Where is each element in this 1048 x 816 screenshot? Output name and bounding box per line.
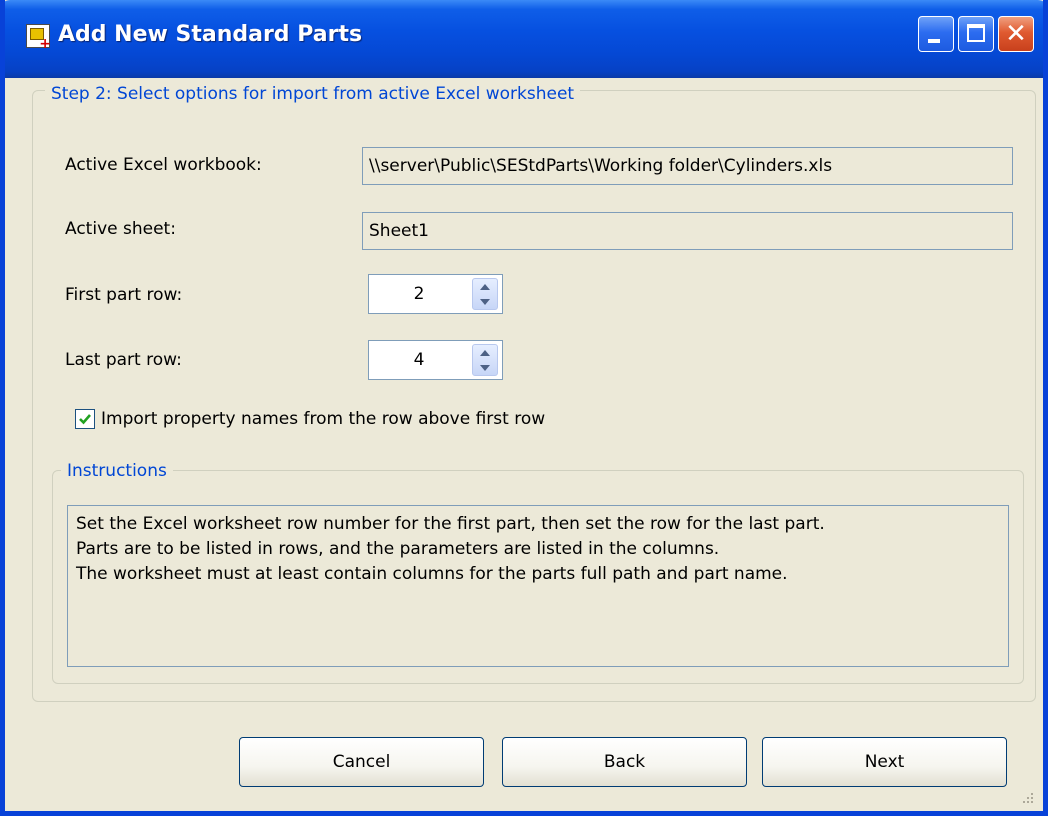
checkmark-icon <box>79 414 91 425</box>
title-bar[interactable]: + Add New Standard Parts ✕ <box>5 0 1043 78</box>
last-row-stepper[interactable]: 4 <box>368 340 503 380</box>
first-row-label: First part row: <box>65 285 183 305</box>
spin-up-icon[interactable] <box>473 345 497 360</box>
sheet-field[interactable]: Sheet1 <box>362 212 1013 250</box>
workbook-label: Active Excel workbook: <box>65 155 262 175</box>
workbook-field[interactable]: \\server\Public\SEStdParts\Working folde… <box>362 147 1013 185</box>
last-row-label: Last part row: <box>65 350 182 370</box>
instruction-line: The worksheet must at least contain colu… <box>76 564 788 584</box>
step-group-legend: Step 2: Select options for import from a… <box>45 84 581 104</box>
app-icon: + <box>26 24 51 51</box>
back-button[interactable]: Back <box>502 737 747 787</box>
spin-down-icon[interactable] <box>473 360 497 375</box>
dialog-window: + Add New Standard Parts ✕ Step 2: Selec… <box>0 0 1048 816</box>
first-row-spin-buttons[interactable] <box>472 278 498 310</box>
last-row-value[interactable]: 4 <box>369 341 469 379</box>
first-row-value[interactable]: 2 <box>369 275 469 313</box>
first-row-stepper[interactable]: 2 <box>368 274 503 314</box>
instruction-line: Parts are to be listed in rows, and the … <box>76 539 720 559</box>
maximize-button[interactable] <box>958 16 994 52</box>
minimize-icon <box>928 39 940 43</box>
spin-down-icon[interactable] <box>473 294 497 309</box>
minimize-button[interactable] <box>918 16 954 52</box>
window-title: Add New Standard Parts <box>58 22 363 47</box>
spin-up-icon[interactable] <box>473 279 497 294</box>
cancel-button[interactable]: Cancel <box>239 737 484 787</box>
next-button[interactable]: Next <box>762 737 1007 787</box>
instruction-line: Set the Excel worksheet row number for t… <box>76 514 825 534</box>
maximize-icon <box>967 24 985 42</box>
instructions-text: Set the Excel worksheet row number for t… <box>67 505 1009 667</box>
resize-grip-icon[interactable] <box>1021 791 1035 805</box>
instructions-legend: Instructions <box>61 461 173 481</box>
import-property-names-checkbox[interactable] <box>75 409 95 429</box>
import-property-names-label[interactable]: Import property names from the row above… <box>101 409 545 429</box>
last-row-spin-buttons[interactable] <box>472 344 498 376</box>
sheet-label: Active sheet: <box>65 219 176 239</box>
close-button[interactable]: ✕ <box>998 16 1034 52</box>
close-icon: ✕ <box>1005 19 1027 49</box>
